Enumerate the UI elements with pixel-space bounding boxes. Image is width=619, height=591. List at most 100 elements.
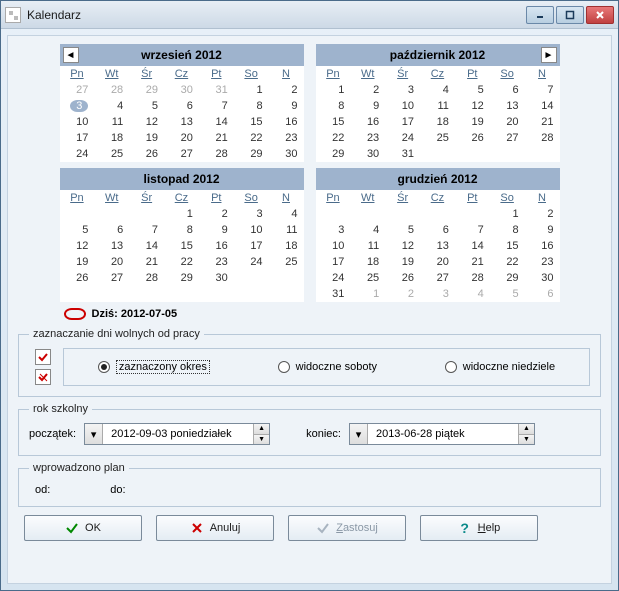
calendar-day[interactable]: 6 [490,82,525,98]
calendar-day[interactable]: 18 [94,130,129,146]
calendar-day[interactable]: 28 [94,82,129,98]
calendar-day[interactable]: 11 [94,114,129,130]
calendar-day[interactable]: 5 [129,98,164,114]
apply-button[interactable]: Zastosuj [288,515,406,541]
calendar-day[interactable]: 1 [316,82,351,98]
calendar-day[interactable]: 15 [316,114,351,130]
mark-button[interactable] [35,349,51,365]
calendar-day[interactable]: 2 [199,206,234,222]
calendar-day[interactable]: 31 [385,146,420,162]
calendar-day[interactable]: 13 [420,238,455,254]
calendar-day[interactable]: 25 [94,146,129,162]
dropdown-icon[interactable]: ▾ [85,424,103,444]
calendar-day[interactable]: 22 [316,130,351,146]
calendar-day[interactable]: 27 [420,270,455,286]
calendar-day[interactable]: 31 [316,286,351,302]
spin-down[interactable]: ▼ [254,434,269,445]
calendar-day[interactable]: 30 [269,146,304,162]
calendar-day[interactable]: 25 [269,254,304,270]
calendar-day[interactable]: 5 [490,286,525,302]
calendar-day[interactable]: 11 [269,222,304,238]
calendar-day[interactable]: 12 [455,98,490,114]
calendar-day[interactable]: 23 [199,254,234,270]
calendar-day[interactable]: 10 [385,98,420,114]
calendar-day[interactable]: 16 [525,238,560,254]
calendar-day[interactable]: 23 [525,254,560,270]
calendar-day[interactable]: 1 [164,206,199,222]
calendar-day[interactable]: 12 [129,114,164,130]
calendar-day[interactable]: 20 [164,130,199,146]
calendar-day[interactable]: 12 [385,238,420,254]
calendar-day[interactable]: 29 [490,270,525,286]
calendar-day[interactable]: 1 [350,286,385,302]
calendar-day[interactable]: 26 [60,270,95,286]
calendar-day[interactable]: 15 [490,238,525,254]
calendar-day[interactable]: 20 [94,254,129,270]
calendar-day[interactable]: 1 [234,82,269,98]
cancel-button[interactable]: Anuluj [156,515,274,541]
calendar-day[interactable]: 5 [385,222,420,238]
next-month-button[interactable]: ► [541,47,557,63]
calendar-day[interactable]: 10 [316,238,351,254]
calendar-day[interactable]: 14 [129,238,164,254]
calendar-day[interactable]: 24 [234,254,269,270]
calendar-day[interactable]: 6 [164,98,199,114]
calendar-day[interactable]: 9 [350,98,385,114]
calendar-day[interactable]: 11 [350,238,385,254]
calendar-day[interactable]: 15 [234,114,269,130]
calendar-day[interactable]: 29 [129,82,164,98]
end-date-input[interactable]: ▾ 2013-06-28 piątek ▲ ▼ [349,423,535,445]
calendar-day[interactable]: 3 [316,222,351,238]
calendar-day[interactable]: 6 [525,286,560,302]
calendar-day[interactable]: 21 [525,114,560,130]
calendar-day[interactable]: 25 [420,130,455,146]
calendar-day[interactable]: 5 [455,82,490,98]
calendar-day[interactable]: 14 [199,114,234,130]
calendar-day[interactable]: 7 [129,222,164,238]
calendar-day[interactable]: 26 [455,130,490,146]
calendar-day[interactable]: 20 [490,114,525,130]
calendar-day[interactable]: 2 [350,82,385,98]
calendar-day[interactable]: 9 [199,222,234,238]
calendar-day[interactable]: 6 [94,222,129,238]
today-indicator[interactable]: Dziś: 2012-07-05 [60,308,560,320]
calendar-day[interactable]: 19 [129,130,164,146]
calendar-day[interactable]: 26 [129,146,164,162]
calendar-day[interactable]: 21 [199,130,234,146]
calendar-day[interactable]: 13 [490,98,525,114]
maximize-button[interactable] [556,6,584,24]
calendar-day[interactable]: 13 [94,238,129,254]
calendar-day[interactable]: 4 [350,222,385,238]
start-date-input[interactable]: ▾ 2012-09-03 poniedziałek ▲ ▼ [84,423,270,445]
calendar-day[interactable]: 4 [269,206,304,222]
calendar-day[interactable]: 27 [164,146,199,162]
unmark-button[interactable] [35,369,51,385]
calendar-day[interactable]: 7 [199,98,234,114]
calendar-day[interactable]: 31 [199,82,234,98]
calendar-day[interactable]: 5 [60,222,95,238]
calendar-day[interactable]: 19 [385,254,420,270]
calendar-day[interactable]: 28 [525,130,560,146]
calendar-day[interactable]: 23 [269,130,304,146]
calendar-day[interactable]: 26 [385,270,420,286]
calendar-day[interactable]: 21 [455,254,490,270]
radio-option[interactable]: widoczne soboty [278,361,377,373]
calendar-day[interactable]: 10 [60,114,95,130]
calendar-day[interactable]: 2 [525,206,560,222]
calendar-day[interactable]: 6 [420,222,455,238]
calendar-day[interactable]: 27 [60,82,95,98]
calendar-day[interactable]: 18 [269,238,304,254]
spin-down[interactable]: ▼ [519,434,534,445]
calendar-day[interactable]: 16 [269,114,304,130]
calendar-day[interactable]: 27 [490,130,525,146]
minimize-button[interactable] [526,6,554,24]
calendar-day[interactable]: 8 [164,222,199,238]
calendar-day[interactable]: 8 [316,98,351,114]
dropdown-icon[interactable]: ▾ [350,424,368,444]
calendar-day[interactable]: 30 [525,270,560,286]
calendar-day[interactable]: 15 [164,238,199,254]
prev-month-button[interactable]: ◄ [63,47,79,63]
calendar-day[interactable]: 22 [164,254,199,270]
spin-up[interactable]: ▲ [519,424,534,434]
calendar-day[interactable]: 30 [350,146,385,162]
